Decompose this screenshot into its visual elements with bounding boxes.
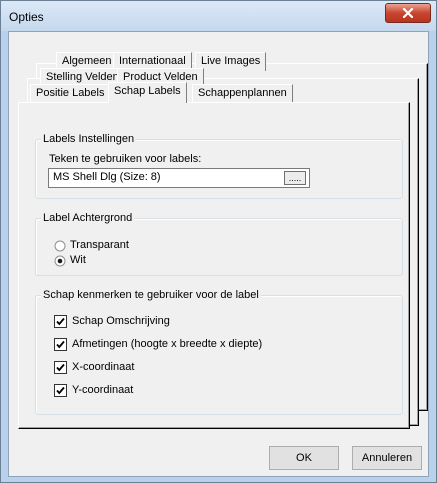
labels-settings-group: Labels Instellingen Teken te gebruiken v… — [35, 133, 403, 199]
window-title: Opties — [9, 10, 44, 24]
radio-wit-label[interactable]: Wit — [70, 254, 86, 266]
tab-schappenplannen[interactable]: Schappenplannen — [192, 84, 293, 103]
title-bar[interactable]: Opties — [1, 1, 436, 31]
font-field-value: MS Shell Dlg (Size: 8) — [53, 171, 161, 183]
radio-wit[interactable] — [54, 255, 66, 267]
checkmark-icon — [54, 361, 67, 374]
font-label: Teken te gebruiken voor labels: — [49, 153, 202, 165]
options-dialog: Opties Algemeen Internationaal Live Imag… — [0, 0, 437, 483]
checkmark-icon — [54, 315, 67, 328]
checkbox-x-coordinaat[interactable] — [54, 361, 67, 374]
checkbox-y-coordinaat-label[interactable]: Y-coordinaat — [72, 384, 133, 396]
checkmark-icon — [54, 338, 67, 351]
shelf-features-group: Schap kenmerken te gebruiker voor de lab… — [35, 289, 403, 415]
font-field[interactable]: MS Shell Dlg (Size: 8) — [48, 168, 310, 188]
checkbox-x-coordinaat-label[interactable]: X-coordinaat — [72, 361, 134, 373]
browse-button-label: ..... — [288, 173, 302, 183]
checkbox-afmetingen[interactable] — [54, 338, 67, 351]
checkbox-schap-omschrijving-label[interactable]: Schap Omschrijving — [72, 315, 170, 327]
checkmark-icon — [54, 384, 67, 397]
radio-empty-icon — [54, 240, 66, 252]
tab-schap-labels[interactable]: Schap Labels — [108, 82, 187, 103]
checkbox-afmetingen-label[interactable]: Afmetingen (hoogte x breedte x diepte) — [72, 338, 262, 350]
radio-selected-icon — [54, 255, 66, 267]
shelf-features-legend: Schap kenmerken te gebruiker voor de lab… — [41, 289, 261, 301]
tab-live-images[interactable]: Live Images — [195, 52, 267, 71]
close-icon — [402, 8, 414, 18]
checkbox-y-coordinaat[interactable] — [54, 384, 67, 397]
checkbox-schap-omschrijving[interactable] — [54, 315, 67, 328]
label-background-group: Label Achtergrond Transparant Wit — [35, 212, 403, 276]
radio-transparant[interactable] — [54, 240, 66, 252]
radio-transparant-label[interactable]: Transparant — [70, 239, 129, 251]
font-browse-button[interactable]: ..... — [284, 171, 306, 185]
tab-positie-labels[interactable]: Positie Labels — [30, 84, 111, 103]
tab-panel-schap-labels: Labels Instellingen Teken te gebruiken v… — [18, 102, 410, 429]
close-button[interactable] — [385, 3, 431, 23]
dialog-client-area: Algemeen Internationaal Live Images Stel… — [8, 31, 429, 477]
ok-button[interactable]: OK — [269, 446, 339, 470]
cancel-button[interactable]: Annuleren — [352, 446, 422, 470]
label-background-legend: Label Achtergrond — [41, 212, 135, 224]
labels-settings-legend: Labels Instellingen — [41, 133, 137, 145]
